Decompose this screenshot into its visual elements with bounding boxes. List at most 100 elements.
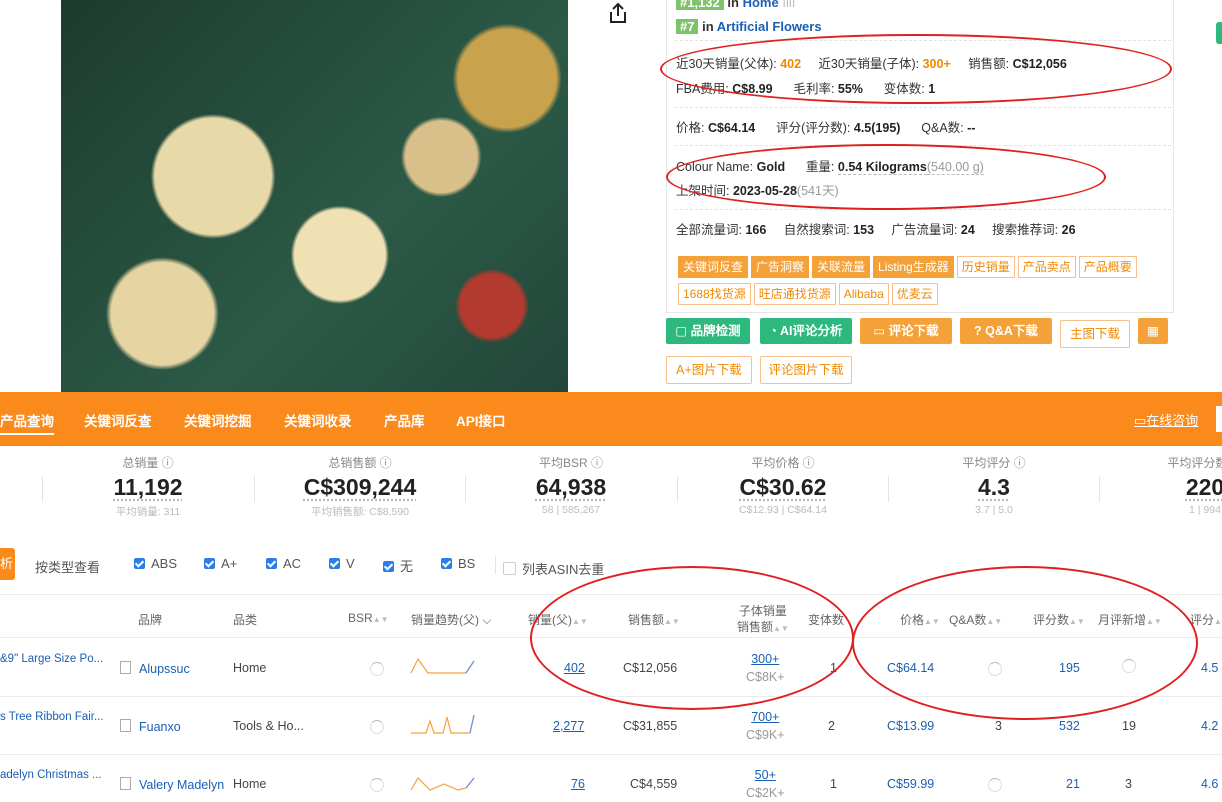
row-sales[interactable]: 2,277 [553,719,584,733]
trend-sparkline[interactable] [410,772,476,794]
tag-alibaba[interactable]: Alibaba [838,283,889,305]
tool-tags-row-2: 1688找货源 旺店通找货源 Alibaba 优麦云 [678,283,941,305]
col-category: 品类 [233,613,258,627]
col-reviews[interactable]: 评分数▲▼ [1033,611,1085,628]
rank-category-link[interactable]: Artificial Flowers [717,19,822,34]
tag-youmaiyun[interactable]: 优麦云 [891,283,938,305]
nav-keyword-mining[interactable]: 关键词挖掘 [184,410,252,430]
nav-keyword-index[interactable]: 关键词收录 [284,410,352,430]
col-trend[interactable]: 销量趋势(父) ⌵ [411,611,491,628]
row-child-sales[interactable]: 50+ C$2K+ [746,766,785,802]
filter-bs[interactable]: BS [441,556,475,571]
trend-sparkline[interactable] [410,655,476,677]
row-sales[interactable]: 402 [564,661,585,675]
row-brand[interactable]: Alupssuc [120,661,190,676]
row-reviews[interactable]: 532 [1059,719,1080,733]
col-revenue[interactable]: 销售额▲▼ [628,611,680,628]
col-sales[interactable]: 销量(父)▲▼ [528,611,588,628]
brand-check-button[interactable]: ▢ 品牌检测 [666,318,750,344]
share-icon[interactable] [607,2,629,24]
tag-ad-insight[interactable]: 广告洞察 [751,256,810,278]
chevron-down-icon: ⌵ [479,613,492,627]
review-download-button[interactable]: ▭ 评论下载 [860,318,952,344]
ai-review-analysis-button[interactable]: ◔ AI评论分析 [760,318,852,344]
pie-icon: ◔ [769,324,781,338]
col-rating[interactable]: 评分▲▼ [1190,611,1222,628]
filter-abs[interactable]: ABS [134,556,177,571]
sort-icon: ▲▼ [572,617,588,626]
analyze-button[interactable]: 析 [0,548,15,580]
col-bsr[interactable]: BSR▲▼ [348,611,389,625]
dedupe-asin-checkbox[interactable]: 列表ASIN去重 [503,559,604,578]
filter-ac[interactable]: AC [266,556,301,571]
row-brand[interactable]: Valery Madelyn [120,777,224,792]
online-chat-link[interactable]: ▭在线咨询 [1134,410,1198,429]
tag-selling-points[interactable]: 产品卖点 [1017,256,1076,278]
col-qa[interactable]: Q&A数▲▼ [949,611,1002,628]
row-variants: 1 [830,661,837,675]
row-category: Home [233,777,267,791]
tag-1688[interactable]: 1688找货源 [678,283,751,305]
nav-product-library[interactable]: 产品库 [384,410,425,430]
rank-home: #1,132 in Home ıllı [676,0,795,10]
side-widget[interactable] [1216,22,1222,44]
review-image-download-button[interactable]: 评论图片下载 [760,356,852,384]
filter-v[interactable]: V [329,556,355,571]
loading-icon [988,662,1002,676]
top-nav: 产品查询 关键词反查 关键词挖掘 关键词收录 产品库 API接口 ▭在线咨询 [0,392,1222,446]
tag-sales-history[interactable]: 历史销量 [956,256,1015,278]
row-brand[interactable]: Fuanxo [120,719,181,734]
filter-aplus[interactable]: A+ [204,556,237,571]
aplus-image-download-button[interactable]: A+图片下载 [666,356,752,384]
loading-icon [1122,659,1136,673]
row-title-link[interactable]: adelyn Christmas ... [0,769,102,781]
rank-artificial-flowers: #7 in Artificial Flowers [676,19,822,34]
rank-category-link[interactable]: Home [743,0,779,10]
row-sales[interactable]: 76 [571,777,585,791]
row-category: Tools & Ho... [233,719,304,733]
annotation-ellipse [530,566,854,710]
sort-icon: ▲▼ [986,617,1003,626]
stat-total-sales: 总销量 ⓘ 11,192 平均销量: 311 [113,456,183,518]
nav-product-query[interactable]: 产品查询 [0,410,54,435]
tag-keyword-reverse[interactable]: 关键词反查 [678,256,749,278]
row-child-sales[interactable]: 300+ C$8K+ [746,650,785,686]
nav-right-control[interactable] [1216,406,1222,432]
tag-related-traffic[interactable]: 关联流量 [812,256,871,278]
chat-icon: ▭ [1134,413,1147,428]
traffic-row: 全部流量词: 166 自然搜索词: 153 广告流量词: 24 搜索推荐词: 2… [676,223,1076,237]
row-reviews[interactable]: 21 [1066,777,1080,791]
row-child-sales[interactable]: 700+ C$9K+ [746,708,785,744]
col-monthly-new[interactable]: 月评新增▲▼ [1098,611,1162,628]
help-icon: ⓘ [802,456,815,470]
nav-api[interactable]: API接口 [456,410,506,430]
row-qa: 3 [995,719,1002,733]
main-image-download-button[interactable]: 主图下载 [1060,320,1130,348]
sort-icon: ▲▼ [924,617,940,626]
chat-icon: ▭ [873,324,889,338]
help-icon: ⓘ [379,456,392,470]
sort-icon: ▲▼ [1214,617,1222,626]
tag-wangdiantong[interactable]: 旺店通找货源 [753,283,836,305]
row-title-link[interactable]: &9" Large Size Po... [0,653,103,665]
trend-sparkline[interactable] [410,713,476,735]
bar-chart-icon[interactable]: ıllı [782,0,795,10]
tag-listing-generator[interactable]: Listing生成器 [873,256,954,278]
view-by-type[interactable]: 按类型查看 [35,557,100,576]
row-price: C$13.99 [887,719,935,733]
tag-product-summary[interactable]: 产品概要 [1078,256,1137,278]
row-title-link[interactable]: s Tree Ribbon Fair... [0,711,104,723]
row-revenue: C$12,056 [623,661,678,675]
col-price[interactable]: 价格▲▼ [900,611,940,628]
product-image[interactable] [61,0,568,392]
filter-none[interactable]: 无 [383,556,413,575]
col-variants: 变体数 [808,613,845,627]
row-reviews[interactable]: 195 [1059,661,1080,675]
nav-keyword-reverse[interactable]: 关键词反查 [84,410,152,430]
qa-download-button[interactable]: ? Q&A下载 [960,318,1052,344]
col-child-sales[interactable]: 子体销量 销售额▲▼ [737,603,789,637]
row-price: C$59.99 [887,777,935,791]
calculator-icon[interactable]: ▦ [1138,318,1168,344]
sort-icon: ▲▼ [1146,617,1162,626]
stat-avg-review-count: 平均评分数 ⓘ 220 1 | 994 [1167,456,1222,516]
